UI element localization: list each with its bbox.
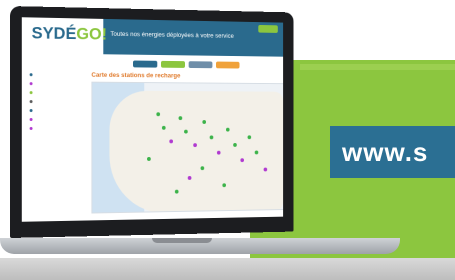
map-marker[interactable]: [202, 120, 207, 124]
map-marker[interactable]: [209, 135, 214, 140]
nav-tab[interactable]: [216, 61, 240, 69]
map-marker[interactable]: [200, 166, 205, 171]
nav-tab[interactable]: [133, 60, 158, 68]
map-marker[interactable]: [225, 127, 230, 132]
legend-dot: [29, 82, 33, 86]
map-marker[interactable]: [169, 139, 174, 144]
website-url-banner: www.s: [330, 126, 455, 178]
legend-dot: [29, 91, 33, 95]
main-nav: [133, 60, 240, 69]
header-button[interactable]: [258, 24, 278, 33]
legend-dot: [29, 100, 33, 104]
table-surface: [0, 258, 455, 280]
legend-item[interactable]: [29, 109, 86, 113]
map-title: Carte des stations de recharge: [91, 71, 181, 80]
map-marker[interactable]: [222, 183, 226, 188]
map-marker[interactable]: [240, 158, 244, 163]
charging-station-map[interactable]: [91, 81, 284, 214]
nav-tab[interactable]: [188, 61, 213, 69]
site-logo[interactable]: SYDÉGO!: [32, 23, 107, 44]
legend-dot: [29, 118, 33, 122]
map-marker[interactable]: [187, 176, 192, 180]
legend-dot: [29, 126, 33, 130]
legend-item[interactable]: [29, 118, 86, 122]
map-marker[interactable]: [184, 129, 188, 134]
map-marker[interactable]: [161, 125, 166, 130]
legend-item[interactable]: [29, 91, 86, 95]
laptop-hinge-notch: [152, 238, 212, 243]
map-marker[interactable]: [147, 157, 151, 161]
logo-suffix: GO!: [76, 24, 108, 44]
laptop-screen: SYDÉGO! Toutes nos énergies déployées à …: [21, 17, 284, 222]
legend-item[interactable]: [29, 73, 86, 77]
legend-item[interactable]: [29, 126, 86, 130]
map-marker[interactable]: [247, 135, 252, 140]
map-marker[interactable]: [216, 150, 221, 155]
background-accent: [300, 64, 455, 70]
nav-tab[interactable]: [160, 60, 185, 68]
map-marker[interactable]: [263, 167, 268, 172]
map-marker[interactable]: [254, 150, 259, 155]
website-url-text: www.s: [342, 136, 429, 167]
laptop-lid: SYDÉGO! Toutes nos énergies déployées à …: [10, 6, 294, 238]
site-tagline: Toutes nos énergies déployées à votre se…: [110, 30, 234, 40]
site-header: SYDÉGO! Toutes nos énergies déployées à …: [21, 17, 284, 57]
legend-dot: [29, 73, 33, 77]
map-marker[interactable]: [156, 112, 161, 117]
logo-prefix: SYDÉ: [31, 23, 77, 44]
legend-dot: [29, 109, 33, 113]
map-marker[interactable]: [178, 116, 183, 121]
map-marker[interactable]: [193, 143, 197, 148]
legend-item[interactable]: [29, 82, 86, 86]
map-marker[interactable]: [233, 143, 237, 147]
station-legend: [29, 73, 86, 136]
map-marker[interactable]: [174, 189, 179, 194]
legend-item[interactable]: [29, 100, 86, 104]
